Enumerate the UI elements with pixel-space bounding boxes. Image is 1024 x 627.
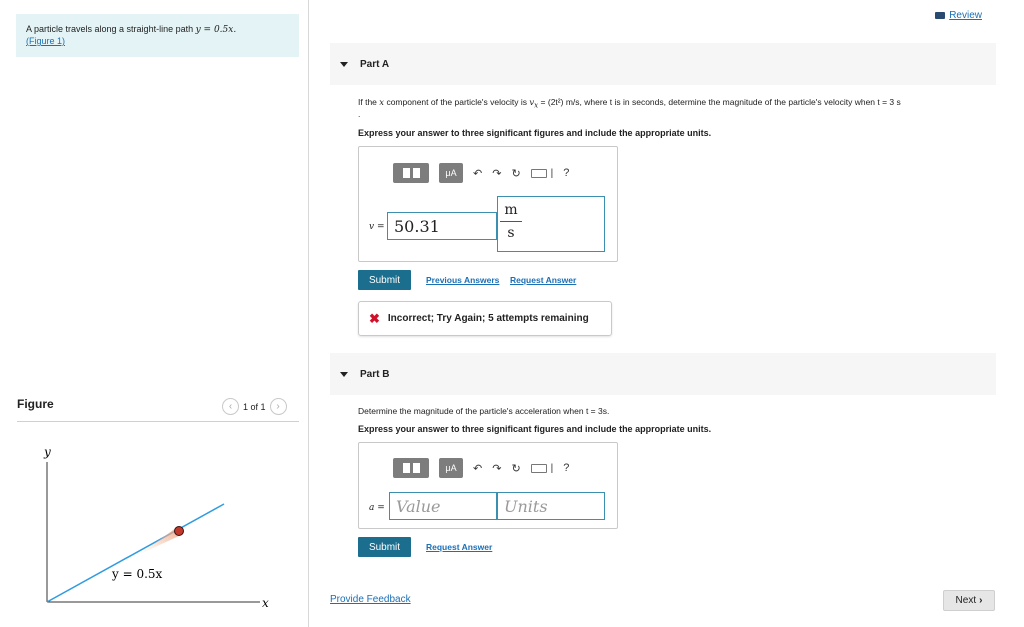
part-b-header[interactable]: Part B bbox=[330, 353, 996, 395]
part-b-answer-box: μA ↶ ↷ ↻ | ? a = Value Units bbox=[358, 442, 618, 529]
chevron-right-icon: › bbox=[979, 595, 983, 606]
templates-button[interactable] bbox=[393, 458, 429, 478]
curve-label: y = 0.5x bbox=[111, 567, 163, 581]
help-icon[interactable]: ? bbox=[563, 163, 569, 183]
keyboard-icon bbox=[530, 168, 547, 178]
provide-feedback-link[interactable]: Provide Feedback bbox=[330, 594, 411, 605]
part-a-question-mid: component of the particle's velocity is bbox=[386, 97, 527, 107]
units-symbols-button[interactable]: μA bbox=[439, 163, 463, 183]
undo-icon[interactable]: ↶ bbox=[473, 458, 482, 478]
part-b-toolbar: μA ↶ ↷ ↻ | ? bbox=[393, 458, 569, 478]
undo-icon[interactable]: ↶ bbox=[473, 163, 482, 183]
feedback-text: Incorrect; Try Again; 5 attempts remaini… bbox=[387, 313, 589, 324]
unit-numerator: m bbox=[504, 202, 518, 218]
part-b-question: Determine the magnitude of the particle'… bbox=[358, 406, 610, 416]
incorrect-icon: ✖ bbox=[369, 310, 380, 326]
part-b-title: Part B bbox=[360, 368, 390, 380]
part-a-question-eq: vx bbox=[529, 98, 539, 110]
part-a-request-answer-link[interactable]: Request Answer bbox=[510, 275, 576, 285]
next-label: Next bbox=[955, 595, 977, 606]
figure-diagram: y x y = 0.5x bbox=[43, 445, 269, 610]
acceleration-value-input[interactable]: Value bbox=[389, 492, 497, 520]
next-button[interactable]: Next › bbox=[943, 590, 995, 611]
part-a-question-eq-sub: x bbox=[534, 100, 539, 110]
redo-icon[interactable]: ↷ bbox=[492, 458, 501, 478]
redo-icon[interactable]: ↷ bbox=[492, 163, 501, 183]
collapse-triangle-icon bbox=[340, 61, 348, 67]
unit-denominator: s bbox=[507, 225, 515, 241]
reset-icon[interactable]: ↻ bbox=[511, 163, 520, 183]
x-axis-label: x bbox=[262, 596, 269, 610]
part-a-question-dot: . bbox=[358, 109, 361, 119]
problem-equation: y = 0.5x. bbox=[195, 25, 237, 35]
path-line bbox=[46, 503, 225, 603]
part-a-toolbar: μA ↶ ↷ ↻ | ? bbox=[393, 163, 569, 183]
part-b-request-answer-link[interactable]: Request Answer bbox=[426, 542, 492, 552]
review-label: Review bbox=[949, 10, 982, 21]
velocity-label: v = bbox=[369, 222, 385, 232]
pager-text: 1 of 1 bbox=[243, 401, 266, 412]
particle bbox=[174, 526, 184, 536]
templates-button[interactable] bbox=[393, 163, 429, 183]
part-a-submit-button[interactable]: Submit bbox=[358, 270, 411, 290]
acceleration-units-input[interactable]: Units bbox=[497, 492, 605, 520]
velocity-value-input[interactable]: 50.31 bbox=[387, 212, 497, 240]
collapse-triangle-icon bbox=[340, 371, 348, 377]
part-a-header[interactable]: Part A bbox=[330, 43, 996, 85]
figure-pager: ‹ 1 of 1 › bbox=[222, 398, 287, 415]
keyboard-icon bbox=[530, 463, 547, 473]
acceleration-label: a = bbox=[369, 503, 385, 513]
velocity-units-input[interactable]: m s bbox=[497, 196, 605, 252]
units-symbols-button[interactable]: μA bbox=[439, 458, 463, 478]
help-icon[interactable]: ? bbox=[563, 458, 569, 478]
figure-link[interactable]: (Figure 1) bbox=[26, 36, 65, 46]
part-b-submit-button[interactable]: Submit bbox=[358, 537, 411, 557]
part-a-question-rest: where t is in seconds, determine the mag… bbox=[584, 97, 901, 107]
review-link[interactable]: Review bbox=[935, 10, 982, 21]
part-a-question-expr: = (2t²) m/s, bbox=[540, 97, 582, 107]
part-a-question: If the x component of the particle's vel… bbox=[358, 97, 901, 110]
previous-answers-link[interactable]: Previous Answers bbox=[426, 275, 499, 285]
part-a-question-prefix: If the bbox=[358, 97, 377, 107]
part-a-title: Part A bbox=[360, 58, 390, 70]
part-a-question-x: x bbox=[379, 98, 385, 108]
part-a-answer-box: μA ↶ ↷ ↻ | ? v = 50.31 m s bbox=[358, 146, 618, 262]
next-figure-button[interactable]: › bbox=[269, 398, 287, 415]
keyboard-button[interactable]: | bbox=[530, 458, 553, 478]
reset-icon[interactable]: ↻ bbox=[511, 458, 520, 478]
problem-statement: A particle travels along a straight-line… bbox=[16, 14, 299, 57]
left-panel: A particle travels along a straight-line… bbox=[0, 0, 309, 627]
divider bbox=[17, 421, 299, 422]
prev-figure-button[interactable]: ‹ bbox=[222, 398, 239, 415]
part-b-instruction: Express your answer to three significant… bbox=[358, 424, 712, 434]
part-a-feedback: ✖ Incorrect; Try Again; 5 attempts remai… bbox=[358, 301, 612, 336]
part-a-instruction: Express your answer to three significant… bbox=[358, 128, 712, 138]
book-icon bbox=[935, 12, 946, 19]
problem-text: A particle travels along a straight-line… bbox=[26, 24, 194, 34]
y-axis-label: y bbox=[43, 445, 51, 459]
keyboard-button[interactable]: | bbox=[530, 163, 553, 183]
figure-heading: Figure bbox=[17, 397, 54, 411]
